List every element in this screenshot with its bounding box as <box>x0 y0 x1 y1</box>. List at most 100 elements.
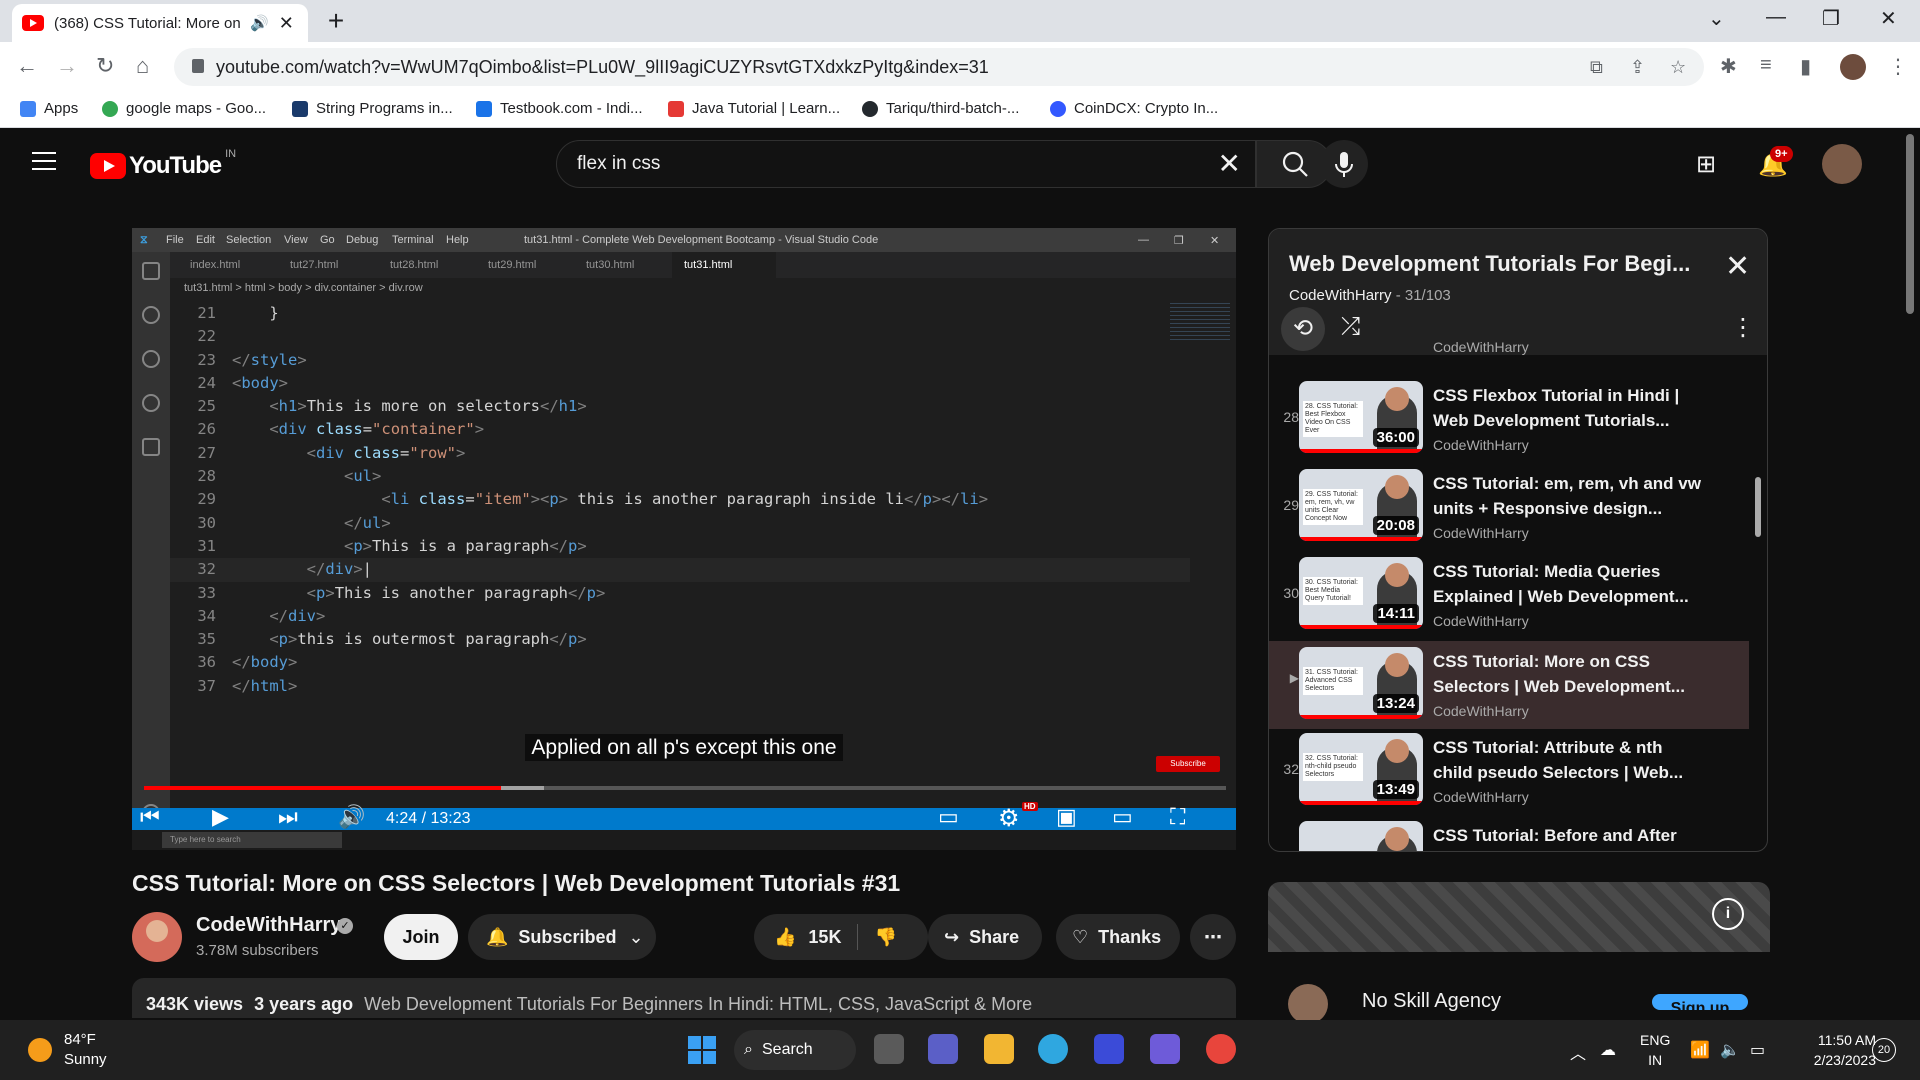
bookmark-java-tutorial[interactable]: Java Tutorial | Learn... <box>668 100 840 117</box>
create-video-icon[interactable]: ⊞ <box>1696 150 1716 179</box>
miniplayer-icon[interactable]: ▣ <box>1056 804 1077 830</box>
file-explorer-icon[interactable] <box>984 1034 1014 1064</box>
weather-widget[interactable]: 84°F Sunny <box>64 1030 107 1070</box>
menu-icon[interactable] <box>32 152 56 170</box>
battery-icon[interactable]: ▭ <box>1750 1040 1765 1060</box>
show-hidden-icons-icon[interactable]: ︿ <box>1570 1040 1586 1064</box>
volume-icon[interactable]: 🔊 <box>338 804 365 830</box>
like-button[interactable]: 👍 15K <box>774 927 841 948</box>
close-tab-icon[interactable]: ✕ <box>279 13 294 34</box>
dislike-button[interactable]: 👎 <box>874 927 896 948</box>
language-indicator[interactable]: ENG IN <box>1640 1030 1670 1070</box>
search-input[interactable]: flex in css ✕ <box>556 140 1256 188</box>
close-window-button[interactable]: ✕ <box>1880 6 1897 31</box>
wifi-icon[interactable]: 📶 <box>1690 1040 1710 1060</box>
url-text[interactable]: youtube.com/watch?v=WwUM7qOimbo&list=PLu… <box>216 57 989 78</box>
app-icon[interactable] <box>1094 1034 1124 1064</box>
chrome-menu-icon[interactable]: ⋮ <box>1888 54 1908 79</box>
close-playlist-icon[interactable]: ✕ <box>1725 249 1750 284</box>
vscode-tab: tut29.html <box>488 259 537 271</box>
subscribed-button[interactable]: 🔔 Subscribed ⌄ <box>468 914 656 960</box>
playlist-more-icon[interactable]: ⋮ <box>1731 313 1755 342</box>
fullscreen-icon[interactable]: ⛶ <box>1170 804 1185 830</box>
next-video-icon[interactable]: ⏭ <box>278 804 298 830</box>
media-controls-icon[interactable]: ≡ <box>1760 54 1772 77</box>
sun-icon[interactable] <box>28 1038 52 1062</box>
play-icon[interactable]: ▶ <box>212 804 229 830</box>
previous-video-icon[interactable]: ⏮ <box>140 804 160 830</box>
edge-browser-icon[interactable] <box>1038 1034 1068 1064</box>
playlist-item[interactable]: 28 28. CSS Tutorial: Best Flexbox Video … <box>1269 379 1749 465</box>
share-button[interactable]: ↪ Share <box>928 914 1042 960</box>
home-icon[interactable]: ⌂ <box>136 53 149 79</box>
bookmark-github[interactable]: Tariqu/third-batch-... <box>862 100 1019 117</box>
bookmark-string-programs[interactable]: String Programs in... <box>292 100 453 117</box>
vscode-breadcrumb: tut31.html > html > body > div.container… <box>184 282 423 294</box>
video-title: CSS Tutorial: More on CSS Selectors | We… <box>132 870 901 896</box>
search-query[interactable]: flex in css <box>577 153 660 175</box>
playlist-item[interactable]: CSS Tutorial: Before and After <box>1269 819 1749 851</box>
taskbar-search-button[interactable]: ⌕ Search <box>734 1030 856 1070</box>
channel-avatar[interactable] <box>132 912 182 962</box>
tab-search-icon[interactable]: ⌄ <box>1708 6 1725 31</box>
playlist-item[interactable]: 32 32. CSS Tutorial: nth-child pseudo Se… <box>1269 731 1749 817</box>
playlist-channel[interactable]: CodeWithHarry <box>1289 287 1392 304</box>
teams-chat-icon[interactable] <box>928 1034 958 1064</box>
playlist-item[interactable]: 30 30. CSS Tutorial: Best Media Query Tu… <box>1269 555 1749 641</box>
voice-search-button[interactable] <box>1320 140 1368 188</box>
bookmark-coindcx[interactable]: CoinDCX: Crypto In... <box>1050 100 1218 117</box>
shuffle-icon[interactable]: ⤮ <box>1341 313 1360 341</box>
speaker-icon[interactable]: 🔈 <box>1720 1040 1740 1060</box>
join-button[interactable]: Join <box>384 914 458 960</box>
video-progress-bar[interactable] <box>144 786 1226 790</box>
channel-name[interactable]: CodeWithHarry <box>196 914 341 937</box>
info-icon[interactable]: i <box>1712 898 1744 930</box>
browser-tab[interactable]: (368) CSS Tutorial: More on CSS Selector… <box>12 4 308 42</box>
signup-button[interactable]: Sign up <box>1652 994 1748 1010</box>
onedrive-cloud-icon[interactable]: ☁ <box>1600 1040 1616 1060</box>
bookmark-star-icon[interactable]: ☆ <box>1670 57 1686 78</box>
settings-gear-icon[interactable]: ⚙ <box>998 804 1020 833</box>
windows-start-icon[interactable] <box>688 1036 716 1064</box>
reload-icon[interactable]: ↻ <box>96 53 114 79</box>
bookmark-google-maps[interactable]: google maps - Goo... <box>102 100 266 117</box>
side-panel-icon[interactable]: ▮ <box>1800 54 1811 79</box>
clock[interactable]: 11:50 AM 2/23/2023 <box>1790 1030 1876 1070</box>
notification-center-badge[interactable]: 20 <box>1872 1038 1896 1062</box>
share-icon[interactable]: ⇪ <box>1630 57 1645 78</box>
address-bar[interactable]: youtube.com/watch?v=WwUM7qOimbo&list=PLu… <box>174 48 1704 86</box>
theater-mode-icon[interactable]: ▭ <box>1112 804 1133 830</box>
bookmark-testbook[interactable]: Testbook.com - Indi... <box>476 100 643 117</box>
subtitles-icon[interactable]: ▭ <box>938 804 959 830</box>
description-box[interactable]: 343K views 3 years ago Web Development T… <box>132 978 1236 1018</box>
open-in-app-icon[interactable]: ⧉ <box>1590 57 1603 78</box>
more-actions-button[interactable]: ⋯ <box>1190 914 1236 960</box>
thanks-button[interactable]: ♡ Thanks <box>1056 914 1180 960</box>
lock-icon[interactable] <box>192 59 204 73</box>
new-tab-button[interactable]: + <box>318 6 354 38</box>
task-view-icon[interactable] <box>874 1034 904 1064</box>
youtube-logo[interactable]: YouTube IN <box>90 148 236 180</box>
video-player[interactable]: ⧖ File Edit Selection View Go Debug Term… <box>132 228 1236 850</box>
app-icon[interactable] <box>1150 1034 1180 1064</box>
maximize-button[interactable]: ❐ <box>1822 6 1840 31</box>
forward-icon[interactable]: → <box>56 53 78 79</box>
ad-banner[interactable]: i <box>1268 882 1770 952</box>
back-icon[interactable]: ← <box>16 53 38 79</box>
audio-playing-icon[interactable]: 🔊 <box>250 14 269 32</box>
clear-search-icon[interactable]: ✕ <box>1218 147 1241 180</box>
profile-avatar[interactable] <box>1840 54 1866 80</box>
playlist-item-current[interactable]: ▶ 31. CSS Tutorial: Advanced CSS Selecto… <box>1269 641 1749 729</box>
playlist-scrollbar[interactable] <box>1755 477 1761 537</box>
chrome-icon[interactable] <box>1206 1034 1236 1064</box>
minimize-button[interactable]: — <box>1766 6 1786 29</box>
playlist-link[interactable]: Web Development Tutorials For Beginners … <box>364 994 1032 1014</box>
bookmark-apps[interactable]: Apps <box>20 100 78 117</box>
extensions-icon[interactable]: ✱ <box>1720 54 1737 79</box>
account-avatar[interactable] <box>1822 144 1862 184</box>
list-item-partial[interactable]: CodeWithHarry <box>1269 339 1749 355</box>
page-scrollbar[interactable] <box>1906 134 1914 314</box>
playlist-item[interactable]: 29 29. CSS Tutorial: em, rem, vh, vw uni… <box>1269 467 1749 553</box>
subscribe-watermark[interactable]: Subscribe <box>1156 756 1220 772</box>
playlist-title[interactable]: Web Development Tutorials For Begi... <box>1289 251 1690 277</box>
